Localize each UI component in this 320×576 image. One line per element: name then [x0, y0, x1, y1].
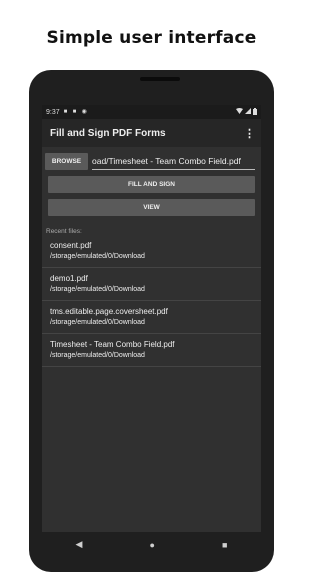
view-button[interactable]: VIEW	[48, 199, 255, 216]
file-name: Timesheet - Team Combo Field.pdf	[50, 340, 175, 349]
app-screen: 9:37 ■ ■ ◉ Fill and Sign PDF Forms ⋮ BRO…	[42, 105, 261, 532]
promo-headline: Simple user interface	[46, 28, 257, 48]
file-folder: /storage/emulated/0/Download	[50, 352, 145, 359]
phone-speaker	[140, 77, 180, 81]
fill-and-sign-button[interactable]: FILL AND SIGN	[48, 176, 255, 193]
navigation-bar: ◀ ● ■	[42, 532, 261, 557]
app-bar: Fill and Sign PDF Forms ⋮	[42, 119, 261, 147]
storage-icon: ■	[72, 109, 77, 115]
app-title: Fill and Sign PDF Forms	[50, 127, 166, 139]
file-folder: /storage/emulated/0/Download	[50, 319, 145, 326]
status-icons	[236, 107, 257, 117]
notification-icon: ■	[63, 109, 68, 115]
file-name: consent.pdf	[50, 241, 92, 250]
sync-icon: ◉	[81, 109, 87, 115]
recent-file-item[interactable]: consent.pdf /storage/emulated/0/Download	[42, 235, 261, 268]
recent-file-item[interactable]: demo1.pdf /storage/emulated/0/Download	[42, 268, 261, 301]
wifi-icon	[236, 108, 243, 116]
phone-frame: 9:37 ■ ■ ◉ Fill and Sign PDF Forms ⋮ BRO…	[29, 70, 274, 572]
browse-button[interactable]: BROWSE	[45, 153, 88, 170]
file-folder: /storage/emulated/0/Download	[50, 253, 145, 260]
more-vert-icon[interactable]: ⋮	[244, 127, 255, 140]
file-name: demo1.pdf	[50, 274, 88, 283]
back-icon[interactable]: ◀	[76, 539, 83, 550]
signal-icon	[245, 108, 251, 116]
browse-row: BROWSE oad/Timesheet - Team Combo Field.…	[42, 147, 261, 170]
recent-file-item[interactable]: tms.editable.page.coversheet.pdf /storag…	[42, 301, 261, 334]
recents-icon[interactable]: ■	[222, 540, 227, 550]
status-bar: 9:37 ■ ■ ◉	[42, 105, 261, 119]
status-time: 9:37	[46, 108, 60, 116]
recent-files-label: Recent files:	[46, 228, 82, 235]
battery-icon	[253, 107, 257, 117]
file-path-field[interactable]: oad/Timesheet - Team Combo Field.pdf	[92, 153, 255, 170]
recent-file-item[interactable]: Timesheet - Team Combo Field.pdf /storag…	[42, 334, 261, 367]
home-icon[interactable]: ●	[150, 540, 155, 550]
file-name: tms.editable.page.coversheet.pdf	[50, 307, 168, 316]
file-folder: /storage/emulated/0/Download	[50, 286, 145, 293]
